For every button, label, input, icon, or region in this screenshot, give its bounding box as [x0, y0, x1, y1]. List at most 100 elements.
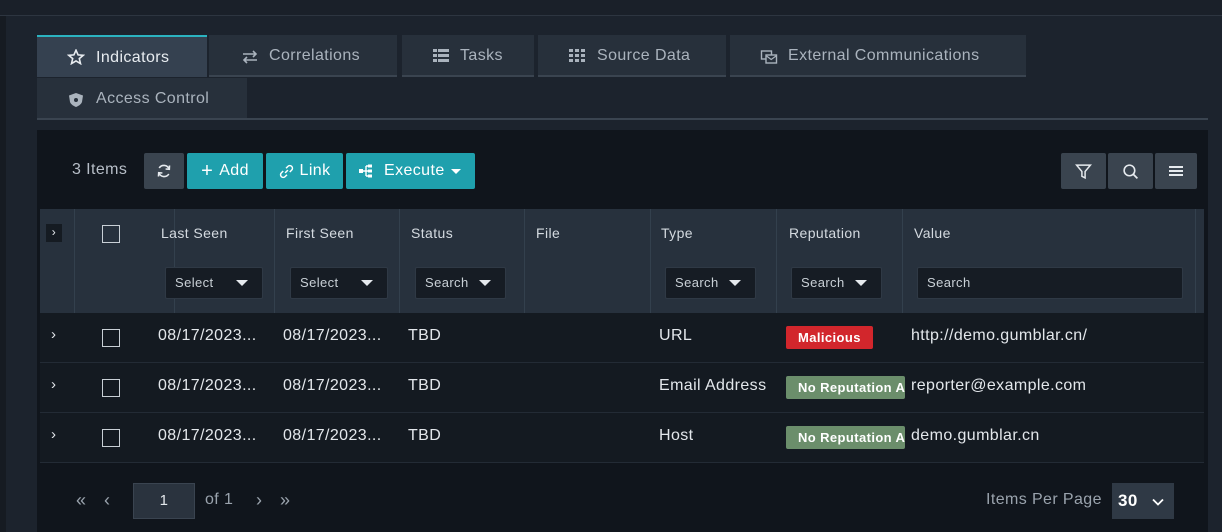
first-page-icon[interactable]: «: [76, 490, 86, 511]
reputation-badge: No Reputation Available: [786, 426, 905, 449]
list-icon: [433, 49, 449, 62]
table-row[interactable]: › 08/17/2023... 08/17/2023... TBD URL Ma…: [40, 313, 1204, 363]
cell-value[interactable]: demo.gumblar.cn: [911, 427, 1040, 445]
menu-button[interactable]: [1155, 153, 1197, 189]
header-file[interactable]: File: [536, 225, 560, 241]
top-strip: [0, 0, 1222, 16]
cell-last-seen: 08/17/2023...: [158, 327, 257, 344]
row-checkbox[interactable]: [102, 429, 120, 447]
reputation-badge: No Reputation Available: [786, 376, 905, 399]
chevron-down-icon: [855, 280, 867, 286]
chevron-right-icon[interactable]: ›: [51, 326, 56, 343]
cell-first-seen: 08/17/2023...: [283, 377, 382, 394]
expand-all-toggle[interactable]: ›: [46, 224, 62, 242]
row-checkbox[interactable]: [102, 329, 120, 347]
tab-external-communications[interactable]: External Communications: [730, 35, 1026, 77]
chevron-down-icon: [1152, 498, 1164, 506]
table-row[interactable]: › 08/17/2023... 08/17/2023... TBD Email …: [40, 363, 1204, 413]
last-page-icon[interactable]: »: [280, 490, 290, 511]
tab-tasks[interactable]: Tasks: [402, 35, 534, 77]
chevron-down-icon: [236, 280, 248, 286]
items-per-page-select[interactable]: 30: [1112, 483, 1174, 519]
chevron-down-icon: [361, 280, 373, 286]
tabs-divider: [37, 118, 1208, 120]
filter-icon: [1075, 163, 1092, 179]
plus-icon: +: [201, 160, 214, 182]
previous-page-icon[interactable]: ‹: [104, 490, 110, 511]
reputation-search-select[interactable]: Search: [791, 267, 882, 299]
first-seen-select-value: Select: [300, 275, 339, 290]
header-type[interactable]: Type: [661, 225, 693, 241]
value-search-input[interactable]: Search: [917, 267, 1183, 299]
search-button[interactable]: [1108, 153, 1153, 189]
refresh-button[interactable]: [144, 153, 184, 189]
shield-icon: [69, 93, 83, 107]
left-sidebar-edge: [0, 16, 6, 532]
status-search-value: Search: [425, 275, 469, 290]
type-search-value: Search: [675, 275, 719, 290]
execute-icon: [359, 164, 372, 178]
header-first-seen[interactable]: First Seen: [286, 225, 354, 241]
last-seen-select-value: Select: [175, 275, 214, 290]
execute-button-label: Execute: [384, 162, 445, 179]
tab-indicators-label: Indicators: [96, 49, 170, 66]
execute-button[interactable]: Execute: [346, 153, 475, 189]
link-button[interactable]: Link: [266, 153, 343, 189]
chevron-right-icon[interactable]: ›: [51, 426, 56, 443]
cell-value[interactable]: reporter@example.com: [911, 377, 1086, 395]
tab-external-communications-label: External Communications: [788, 47, 980, 64]
add-button-label: Add: [219, 162, 249, 179]
cell-last-seen: 08/17/2023...: [158, 377, 257, 394]
tab-access-control-label: Access Control: [96, 90, 210, 107]
cell-status: TBD: [408, 377, 442, 394]
communications-icon: [760, 50, 778, 64]
chevron-down-icon: [451, 169, 461, 174]
reputation-search-value: Search: [801, 275, 845, 290]
cell-type: Host: [659, 427, 694, 444]
cell-status: TBD: [408, 427, 442, 444]
cell-type: Email Address: [659, 377, 767, 394]
link-button-label: Link: [299, 162, 331, 179]
last-seen-select[interactable]: Select: [165, 267, 263, 299]
items-per-page-value: 30: [1118, 491, 1138, 510]
grid-icon: [569, 49, 585, 62]
header-last-seen[interactable]: Last Seen: [161, 225, 228, 241]
table-row[interactable]: › 08/17/2023... 08/17/2023... TBD Host N…: [40, 413, 1204, 463]
header-value[interactable]: Value: [914, 225, 951, 241]
page-number-input[interactable]: 1: [133, 483, 195, 519]
tab-correlations-label: Correlations: [269, 47, 361, 64]
filter-button[interactable]: [1061, 153, 1106, 189]
header-reputation[interactable]: Reputation: [789, 225, 861, 241]
items-per-page-label: Items Per Page: [986, 491, 1102, 508]
cell-last-seen: 08/17/2023...: [158, 427, 257, 444]
tab-tasks-label: Tasks: [460, 47, 503, 64]
items-count: 3 Items: [72, 161, 128, 178]
reputation-badge: Malicious: [786, 326, 873, 349]
star-icon: [67, 49, 85, 65]
tab-indicators[interactable]: Indicators: [37, 35, 207, 77]
tab-source-data[interactable]: Source Data: [538, 35, 726, 77]
type-search-select[interactable]: Search: [665, 267, 756, 299]
hamburger-icon: [1169, 166, 1183, 176]
status-search-select[interactable]: Search: [415, 267, 506, 299]
tab-access-control[interactable]: Access Control: [37, 78, 247, 120]
cell-value[interactable]: http://demo.gumblar.cn/: [911, 327, 1087, 345]
arrows-icon: [242, 50, 258, 64]
tab-correlations[interactable]: Correlations: [209, 35, 397, 77]
add-button[interactable]: + Add: [187, 153, 263, 189]
chevron-right-icon[interactable]: ›: [51, 376, 56, 393]
chevron-down-icon: [729, 280, 741, 286]
search-icon: [1123, 163, 1139, 179]
cell-first-seen: 08/17/2023...: [283, 427, 382, 444]
link-icon: [279, 164, 293, 178]
page-of-label: of 1: [205, 491, 234, 508]
next-page-icon[interactable]: ›: [256, 490, 262, 511]
cell-first-seen: 08/17/2023...: [283, 327, 382, 344]
refresh-icon: [157, 164, 171, 178]
header-status[interactable]: Status: [411, 225, 453, 241]
row-checkbox[interactable]: [102, 379, 120, 397]
cell-type: URL: [659, 327, 693, 344]
select-all-checkbox[interactable]: [102, 225, 120, 243]
first-seen-select[interactable]: Select: [290, 267, 388, 299]
tab-source-data-label: Source Data: [597, 47, 691, 64]
